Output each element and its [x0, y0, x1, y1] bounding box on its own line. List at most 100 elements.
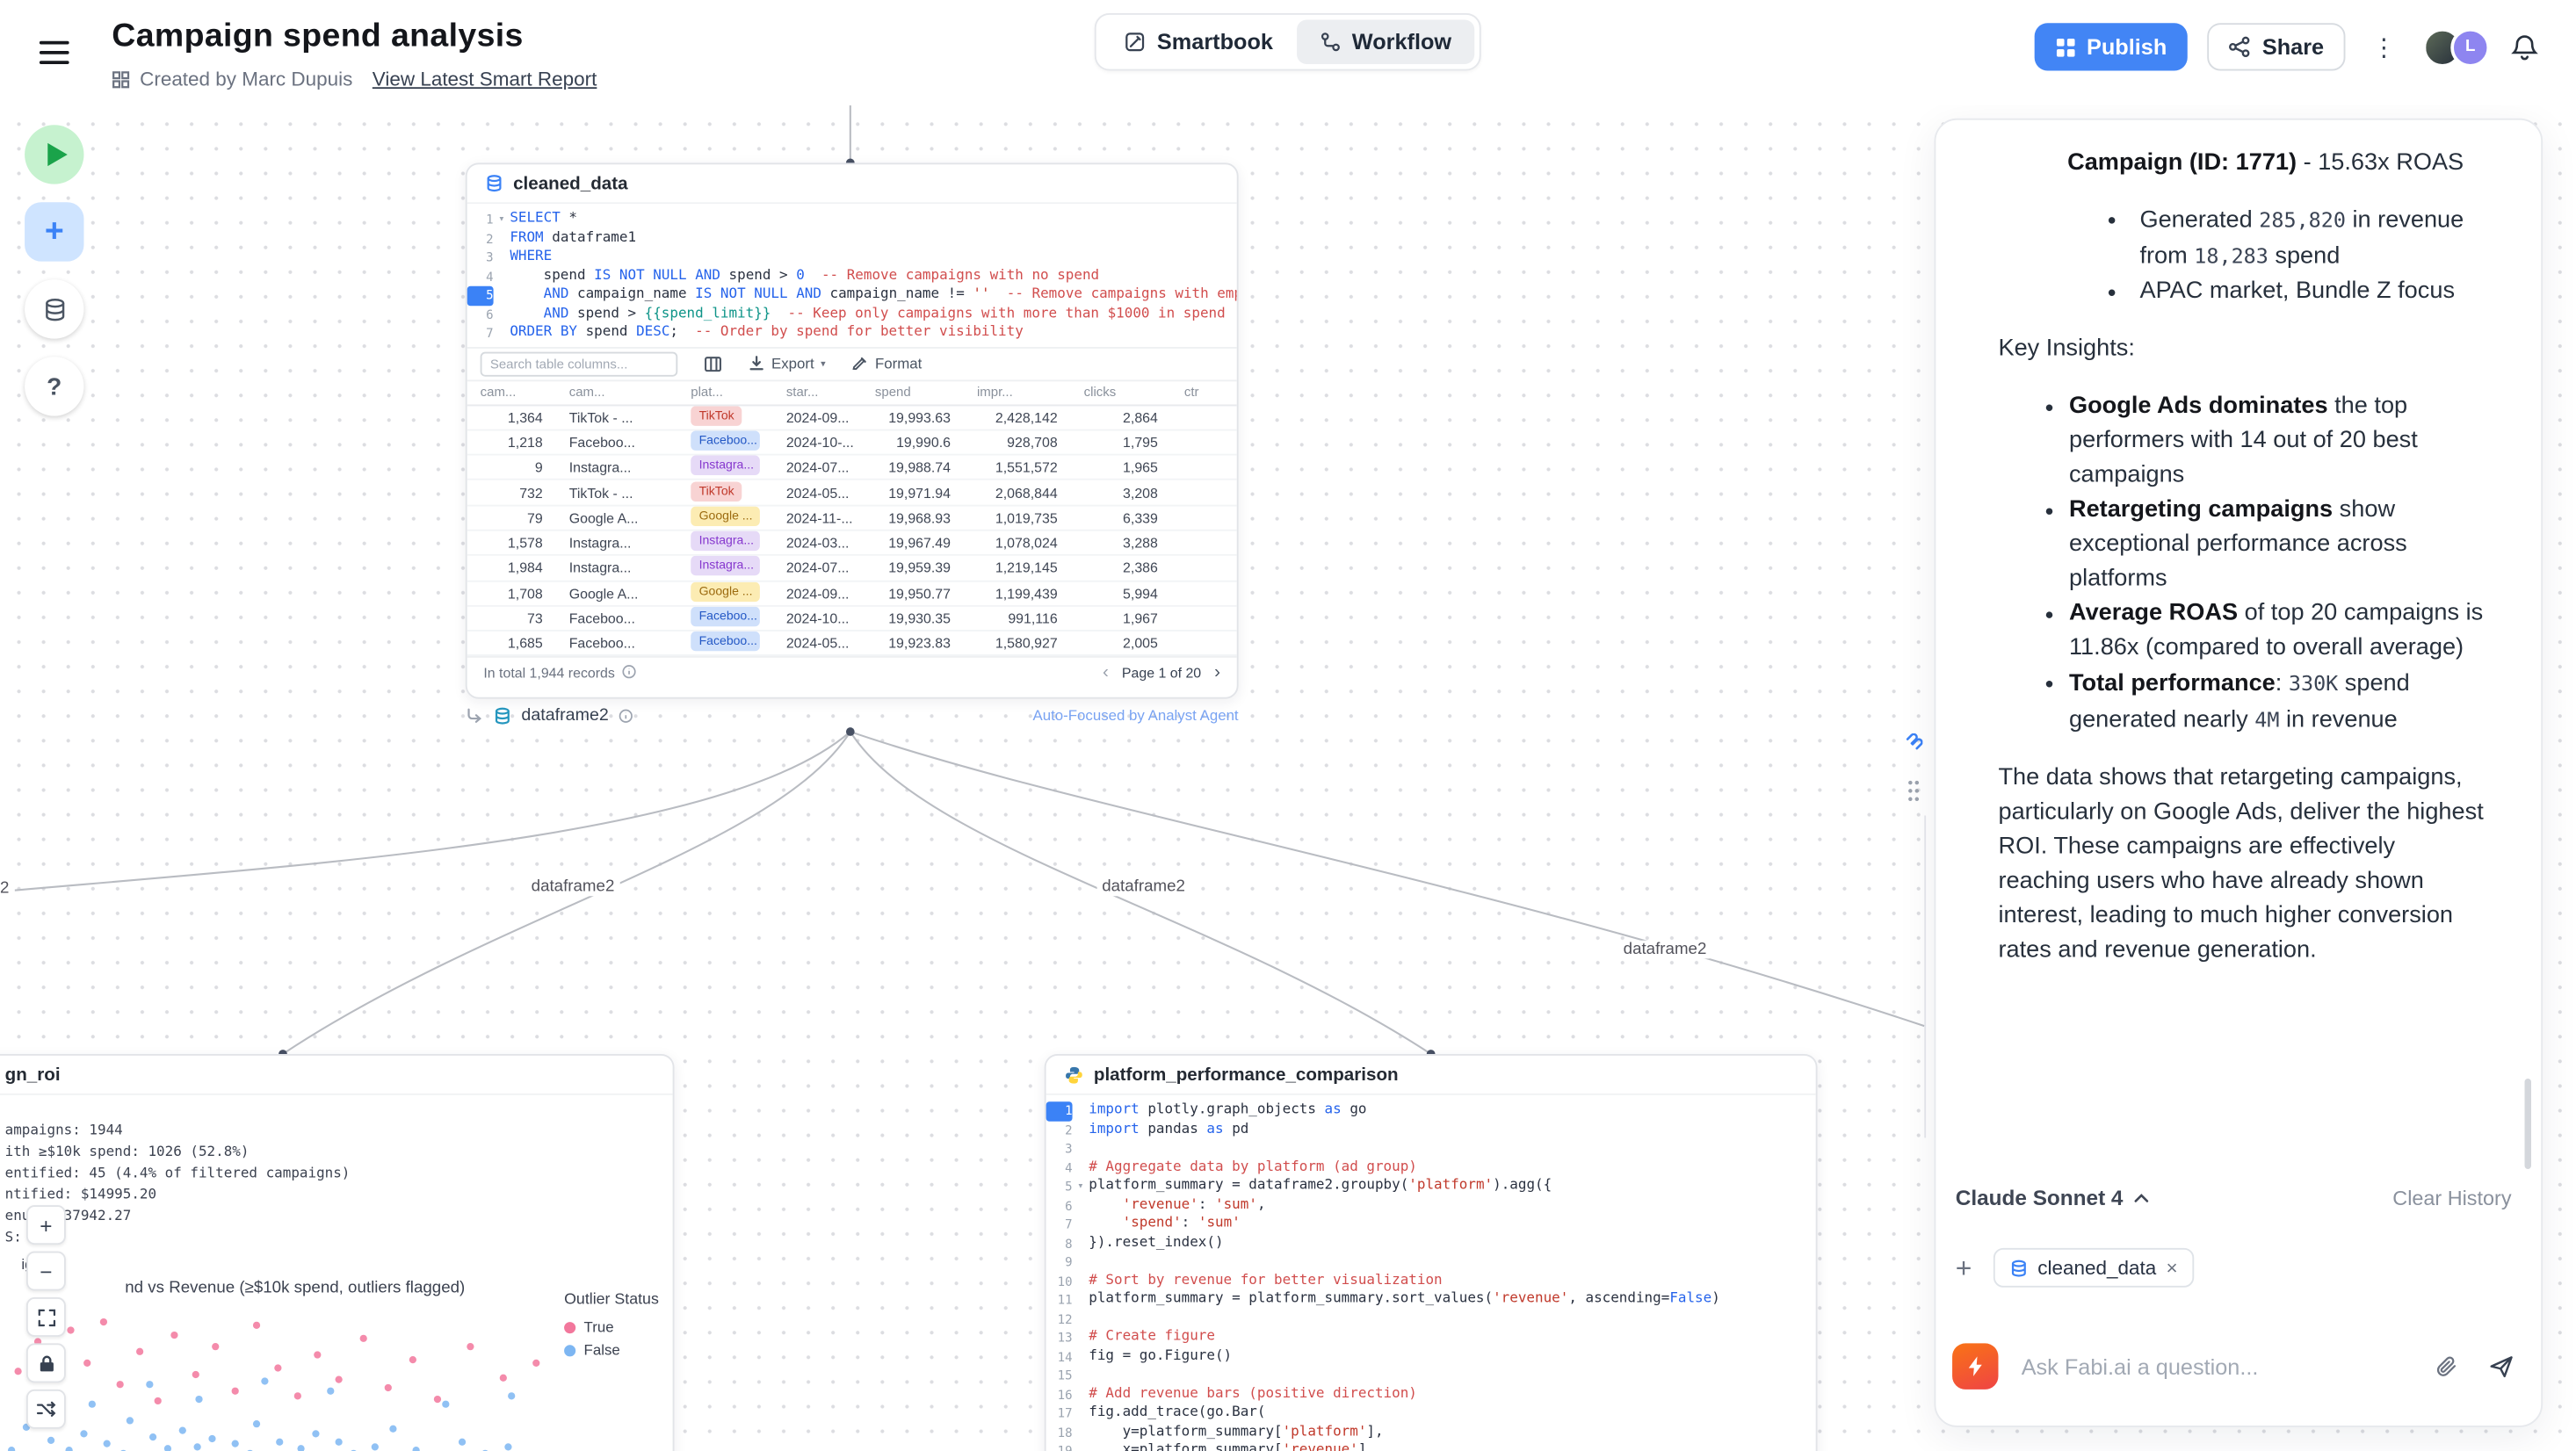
hamburger-menu-icon[interactable] — [40, 41, 69, 64]
export-button[interactable]: Export ▾ — [749, 355, 826, 372]
line-number: 7 — [1046, 1215, 1073, 1234]
format-button[interactable]: Format — [852, 355, 923, 372]
fold-icon[interactable] — [494, 305, 510, 324]
fold-icon[interactable] — [1073, 1196, 1089, 1216]
send-button[interactable] — [2486, 1350, 2518, 1382]
latest-report-link[interactable]: View Latest Smart Report — [373, 68, 597, 90]
fold-icon[interactable] — [1073, 1272, 1089, 1291]
legend-item[interactable]: False — [564, 1339, 659, 1361]
drag-handle-icon[interactable] — [1906, 779, 1921, 802]
column-header[interactable]: spend — [862, 385, 964, 400]
fold-icon[interactable] — [1073, 1101, 1089, 1121]
table-row[interactable]: 1,218Faceboo...Faceboo...2024-10-...19,9… — [467, 430, 1237, 456]
avatar[interactable]: L — [2450, 27, 2490, 67]
clear-history-button[interactable]: Clear History — [2392, 1187, 2511, 1209]
fold-icon[interactable] — [1073, 1215, 1089, 1234]
remove-context-icon[interactable]: × — [2166, 1256, 2177, 1279]
context-chip[interactable]: cleaned_data × — [1994, 1248, 2195, 1288]
results-table: cam...cam...plat...star...spendimpr...cl… — [467, 379, 1237, 656]
model-selector[interactable]: Claude Sonnet 4 — [1956, 1186, 2150, 1210]
fold-icon[interactable]: ▾ — [494, 211, 510, 230]
table-row[interactable]: 1,984Instagra...Instagra...2024-07...19,… — [467, 556, 1237, 581]
node-cleaned-data[interactable]: cleaned_data 1▾SELECT *2FROM dataframe13… — [466, 162, 1239, 698]
line-number: 6 — [467, 305, 494, 324]
table-row[interactable]: 1,364TikTok - ...TikTok2024-09...19,993.… — [467, 405, 1237, 430]
fold-icon[interactable] — [1073, 1252, 1089, 1272]
fit-view-button[interactable] — [26, 1297, 66, 1337]
fold-icon[interactable] — [1073, 1423, 1089, 1442]
column-header[interactable]: plat... — [677, 385, 773, 400]
fold-icon[interactable] — [1073, 1234, 1089, 1253]
help-button[interactable]: ? — [25, 357, 83, 415]
table-row[interactable]: 73Faceboo...Faceboo...2024-10...19,930.3… — [467, 607, 1237, 632]
fold-icon[interactable] — [1073, 1385, 1089, 1404]
table-cell: Google ... — [677, 506, 773, 529]
code-line: 13# Create figure — [1046, 1329, 1816, 1348]
fold-icon[interactable] — [1073, 1367, 1089, 1386]
fold-icon[interactable] — [1073, 1347, 1089, 1367]
fold-icon[interactable] — [494, 249, 510, 268]
columns-icon[interactable] — [704, 354, 722, 372]
next-page-icon[interactable]: › — [1214, 664, 1220, 681]
attach-button[interactable] — [2431, 1351, 2463, 1382]
table-row[interactable]: 9Instagra...Instagra...2024-07...19,988.… — [467, 456, 1237, 481]
lock-button[interactable] — [26, 1343, 66, 1382]
tab-smartbook[interactable]: Smartbook — [1101, 19, 1296, 64]
output-dataframe-label[interactable]: dataframe2 — [521, 705, 608, 725]
table-cell: 19,971.94 — [862, 484, 964, 501]
more-options-icon[interactable]: ⋮ — [2365, 29, 2403, 65]
table-cell: Faceboo... — [677, 430, 773, 453]
play-icon — [47, 143, 66, 166]
fold-icon[interactable] — [1073, 1329, 1089, 1348]
column-header[interactable]: clicks — [1071, 385, 1171, 400]
column-header[interactable]: star... — [773, 385, 862, 400]
add-context-button[interactable]: + — [1956, 1253, 1972, 1281]
table-row[interactable]: 1,685Faceboo...Faceboo...2024-05...19,92… — [467, 632, 1237, 657]
tab-workflow[interactable]: Workflow — [1296, 19, 1474, 64]
data-sources-button[interactable] — [25, 279, 83, 338]
fold-icon[interactable] — [1073, 1442, 1089, 1451]
scrollbar[interactable] — [2525, 1079, 2531, 1169]
shuffle-button[interactable] — [26, 1390, 66, 1429]
panel-resize-handle[interactable] — [1924, 816, 1926, 1138]
fold-icon[interactable] — [1073, 1121, 1089, 1140]
zoom-out-button[interactable]: − — [26, 1252, 66, 1291]
fold-icon[interactable]: ▾ — [1073, 1177, 1089, 1196]
node-campaign-roi[interactable]: gn_roi ampaigns: 1944ith ≥$10k spend: 10… — [0, 1054, 675, 1451]
model-row: Claude Sonnet 4 Clear History — [1956, 1186, 2512, 1210]
legend-item[interactable]: True — [564, 1316, 659, 1339]
fold-icon[interactable] — [494, 267, 510, 286]
fold-icon[interactable] — [1073, 1159, 1089, 1178]
table-row[interactable]: 1,708Google A...Google ...2024-09...19,9… — [467, 581, 1237, 607]
column-header[interactable]: cam... — [556, 385, 678, 400]
zoom-in-button[interactable]: + — [26, 1205, 66, 1245]
fold-icon[interactable] — [1073, 1310, 1089, 1329]
column-header[interactable]: impr... — [964, 385, 1071, 400]
node-platform-performance[interactable]: platform_performance_comparison 1import … — [1045, 1054, 1818, 1451]
table-cell: 1,218 — [467, 434, 556, 451]
chat-input[interactable] — [2022, 1354, 2408, 1379]
column-header[interactable]: ctr — [1171, 385, 1239, 400]
python-editor[interactable]: 1import plotly.graph_objects as go2impor… — [1046, 1095, 1816, 1451]
magnet-icon[interactable] — [1903, 733, 1922, 753]
table-row[interactable]: 1,578Instagra...Instagra...2024-03...19,… — [467, 531, 1237, 557]
notifications-bell-icon[interactable] — [2510, 32, 2540, 62]
publish-button[interactable]: Publish — [2034, 23, 2189, 70]
share-button[interactable]: Share — [2208, 23, 2345, 70]
assistant-list-item: APAC market, Bundle Z focus — [1998, 275, 2488, 309]
prev-page-icon[interactable]: ‹ — [1103, 664, 1109, 681]
fold-icon[interactable] — [1073, 1139, 1089, 1159]
node-header: gn_roi — [0, 1056, 673, 1095]
column-header[interactable]: cam... — [467, 385, 556, 400]
search-input[interactable] — [481, 351, 678, 376]
fold-icon[interactable] — [494, 324, 510, 343]
fold-icon[interactable] — [1073, 1404, 1089, 1424]
sql-editor[interactable]: 1▾SELECT *2FROM dataframe13WHERE4 spend … — [467, 204, 1237, 346]
table-row[interactable]: 732TikTok - ...TikTok2024-05...19,971.94… — [467, 480, 1237, 506]
table-row[interactable]: 79Google A...Google ...2024-11-...19,968… — [467, 506, 1237, 531]
add-cell-button[interactable]: + — [25, 202, 83, 261]
fold-icon[interactable] — [494, 229, 510, 249]
fold-icon[interactable] — [494, 286, 510, 306]
fold-icon[interactable] — [1073, 1291, 1089, 1310]
run-button[interactable] — [25, 125, 83, 184]
